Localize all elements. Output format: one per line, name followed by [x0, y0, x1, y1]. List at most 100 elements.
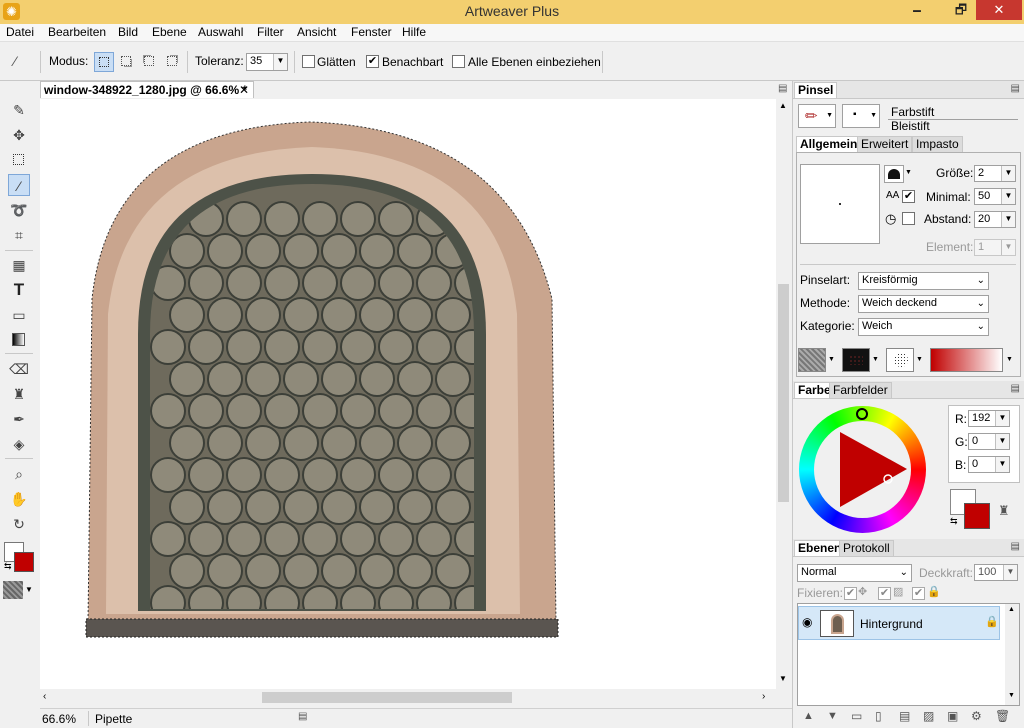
abstand-input[interactable]: 20 ▼	[974, 211, 1016, 228]
color-wheel[interactable]	[799, 406, 926, 533]
layer-row[interactable]: ◉ Hintergrund 🔒	[798, 606, 1000, 640]
blend-mode-select[interactable]: Normal ⌄	[797, 564, 912, 582]
mode-subtract-selection-button[interactable]	[140, 52, 160, 72]
chevron-down-icon[interactable]: ▼	[1001, 212, 1015, 227]
text-tool-icon[interactable]: T	[8, 279, 30, 301]
brush-texture-picker[interactable]	[842, 348, 870, 372]
menu-auswahl[interactable]: Auswahl	[198, 25, 243, 39]
chevron-down-icon[interactable]: ▼	[872, 356, 879, 363]
layers-scrollbar[interactable]: ▲ ▼	[1005, 604, 1019, 705]
toleranz-input[interactable]: 35 ▼	[246, 53, 288, 71]
eye-icon[interactable]: ◉	[802, 615, 812, 629]
tab-ebenen[interactable]: Ebenen	[794, 540, 846, 556]
canvas-image[interactable]	[40, 99, 776, 689]
scroll-up-icon[interactable]: ▲	[779, 101, 787, 110]
move-tool-icon[interactable]: ✥	[8, 124, 30, 146]
menu-hilfe[interactable]: Hilfe	[402, 25, 426, 39]
crop-tool-icon[interactable]: ⌗	[8, 224, 30, 246]
status-menu-icon[interactable]: ▤	[298, 711, 307, 722]
pinselart-select[interactable]: Kreisförmig ⌄	[858, 272, 989, 290]
chevron-down-icon[interactable]: ▼	[826, 112, 833, 119]
swap-colors-icon[interactable]: ⇆	[4, 561, 12, 572]
minimal-checkbox[interactable]: ✔	[902, 190, 915, 203]
benachbart-checkbox[interactable]: ✔	[366, 55, 379, 68]
duplicate-layer-icon[interactable]: ▤	[899, 709, 910, 723]
mode-intersect-selection-button[interactable]	[163, 52, 183, 72]
new-layer-icon[interactable]: ▯	[875, 709, 882, 723]
mode-add-selection-button[interactable]	[117, 52, 137, 72]
panel-menu-icon[interactable]: ▤	[1011, 541, 1020, 552]
menu-fenster[interactable]: Fenster	[351, 25, 392, 39]
scroll-up-icon[interactable]: ▲	[1008, 606, 1015, 613]
swap-colors-icon[interactable]: ⇆	[950, 516, 958, 527]
zoom-tool-icon[interactable]: ⌕	[8, 463, 30, 485]
foreground-color-swatch[interactable]	[14, 552, 34, 572]
paper-texture-swatch[interactable]	[3, 581, 23, 599]
b-input[interactable]: 0 ▼	[968, 456, 1010, 473]
tab-allgemein[interactable]: Allgemein	[796, 136, 862, 152]
eraser-tool-icon[interactable]: ⌫	[8, 358, 30, 380]
magic-wand-tool-icon[interactable]: ⁄	[8, 174, 30, 196]
eyedropper-tool-icon[interactable]: ✒	[8, 408, 30, 430]
vertical-scroll-thumb[interactable]	[778, 284, 789, 502]
fill-bucket-tool-icon[interactable]: ◈	[8, 433, 30, 455]
gradient-picker[interactable]	[930, 348, 1003, 372]
lock-transparency-checkbox[interactable]: ✔	[844, 587, 857, 600]
tab-impasto[interactable]: Impasto	[912, 136, 963, 152]
scroll-right-icon[interactable]: ›	[762, 691, 765, 702]
chevron-down-icon[interactable]: ▼	[1003, 565, 1017, 580]
chevron-down-icon[interactable]: ▼	[273, 54, 287, 70]
menu-filter[interactable]: Filter	[257, 25, 284, 39]
lasso-tool-icon[interactable]: ➰	[8, 199, 30, 221]
scroll-down-icon[interactable]: ▼	[779, 674, 787, 683]
chevron-down-icon[interactable]: ▼	[1001, 240, 1015, 255]
shape-tool-icon[interactable]: ▭	[8, 304, 30, 326]
glaetten-checkbox[interactable]	[302, 55, 315, 68]
menu-ebene[interactable]: Ebene	[152, 25, 187, 39]
brush-shape-picker[interactable]	[884, 165, 904, 183]
brush-preset-picker[interactable]: ✏ ▼	[798, 104, 836, 128]
move-layer-up-icon[interactable]: ▲	[803, 710, 814, 722]
layer-style-icon[interactable]: ▨	[923, 709, 934, 723]
brush-tip-picker[interactable]: ▪ ▼	[842, 104, 880, 128]
menu-bild[interactable]: Bild	[118, 25, 138, 39]
chevron-down-icon[interactable]: ▼	[25, 585, 33, 594]
deckkraft-input[interactable]: 100 ▼	[974, 564, 1018, 581]
vertical-scrollbar[interactable]: ▲ ▼	[776, 99, 791, 689]
groesse-input[interactable]: 2 ▼	[974, 165, 1016, 182]
canvas-area[interactable]	[40, 99, 776, 689]
panel-menu-icon[interactable]: ▤	[778, 83, 787, 94]
minimize-button[interactable]: 🗕	[900, 0, 934, 20]
lock-pixels-checkbox[interactable]: ✔	[878, 587, 891, 600]
chevron-down-icon[interactable]: ▼	[870, 112, 877, 119]
rotate-view-icon[interactable]: ↻	[8, 513, 30, 535]
gradient-tool-icon[interactable]	[8, 329, 30, 351]
restore-button[interactable]: 🗗	[944, 0, 978, 20]
folder-icon[interactable]: ▭	[851, 709, 862, 723]
chevron-down-icon[interactable]: ▼	[828, 356, 835, 363]
g-input[interactable]: 0 ▼	[968, 433, 1010, 450]
dither-pattern-picker[interactable]	[886, 348, 914, 372]
paper-texture-picker[interactable]	[798, 348, 826, 372]
horizontal-scrollbar[interactable]: ‹ ›	[40, 689, 776, 706]
magic-wand-icon[interactable]: ⁄	[14, 53, 16, 69]
methode-select[interactable]: Weich deckend ⌄	[858, 295, 989, 313]
brush-tool-icon[interactable]: ✎	[8, 99, 30, 121]
menu-bearbeiten[interactable]: Bearbeiten	[48, 25, 106, 39]
panel-foreground-color[interactable]	[964, 503, 990, 529]
chevron-down-icon[interactable]: ▼	[916, 356, 923, 363]
menu-ansicht[interactable]: Ansicht	[297, 25, 336, 39]
move-layer-down-icon[interactable]: ▼	[827, 710, 838, 722]
horizontal-scroll-thumb[interactable]	[262, 692, 512, 703]
delete-layer-icon[interactable]: 🗑	[995, 709, 1010, 723]
stamp-tool-icon[interactable]: ♜	[8, 383, 30, 405]
mode-new-selection-button[interactable]	[94, 52, 114, 72]
r-input[interactable]: 192 ▼	[968, 410, 1010, 427]
chevron-down-icon[interactable]: ▼	[995, 457, 1009, 472]
chevron-down-icon[interactable]: ▼	[995, 411, 1009, 426]
minimal-input[interactable]: 50 ▼	[974, 188, 1016, 205]
chevron-down-icon[interactable]: ▼	[1001, 189, 1015, 204]
lock-all-checkbox[interactable]: ✔	[912, 587, 925, 600]
chevron-down-icon[interactable]: ▼	[1001, 166, 1015, 181]
menu-datei[interactable]: Datei	[6, 25, 34, 39]
